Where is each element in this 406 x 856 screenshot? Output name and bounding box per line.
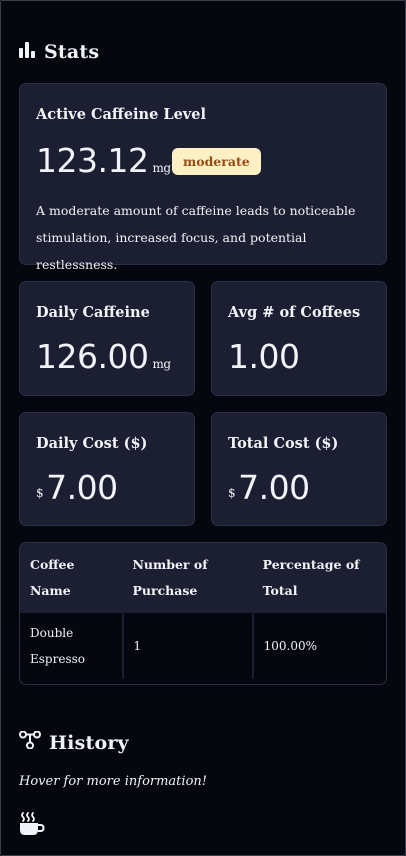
daily-cost-card: Daily Cost ($) $7.00 [19,412,195,526]
active-caffeine-number: 123.12 [36,141,149,180]
table-row: Double Espresso 1 100.00% [20,613,386,679]
cell-number-of-purchase: 1 [122,613,254,679]
total-cost-currency: $ [228,486,236,500]
active-caffeine-label: Active Caffeine Level [36,106,206,123]
timeline-icon [19,730,49,754]
table-header-row: Coffee Name Number of Purchase Percentag… [20,543,386,613]
avg-coffees-card: Avg # of Coffees 1.00 [211,281,387,396]
daily-caffeine-value: 126.00 mg [36,337,171,376]
avg-coffees-label: Avg # of Coffees [228,304,361,321]
history-title: History [49,731,129,754]
history-hint: Hover for more information! [19,774,207,789]
daily-caffeine-number: 126.00 [36,337,149,376]
app-frame: Stats Active Caffeine Level 123.12 mg mod… [0,0,406,856]
total-cost-value: $7.00 [228,468,310,507]
daily-cost-label: Daily Cost ($) [36,435,148,452]
bar-chart-icon [19,41,44,63]
caffeine-level-description: A moderate amount of caffeine leads to n… [36,203,356,272]
active-caffeine-value: 123.12 mg [36,141,171,180]
daily-cost-currency: $ [36,486,44,500]
coffee-table: Coffee Name Number of Purchase Percentag… [19,542,387,685]
avg-coffees-value: 1.00 [228,337,300,376]
total-cost-card: Total Cost ($) $7.00 [211,412,387,526]
cell-coffee-name: Double Espresso [20,613,124,679]
cell-percentage: 100.00% [252,613,386,679]
caffeine-level-badge: moderate [172,148,261,175]
history-heading: History [19,730,129,754]
active-caffeine-unit: mg [152,161,171,175]
daily-caffeine-card: Daily Caffeine 126.00 mg [19,281,195,396]
total-cost-number: 7.00 [238,468,310,507]
active-caffeine-card: Active Caffeine Level 123.12 mg moderate … [19,83,387,272]
stats-heading: Stats [19,41,99,63]
column-header-number-of-purchase: Number of Purchase [122,543,253,613]
daily-cost-value: $7.00 [36,468,118,507]
coffee-cup-icon[interactable] [19,812,45,840]
total-cost-label: Total Cost ($) [228,435,339,452]
column-header-percentage: Percentage of Total [252,543,386,613]
stats-title: Stats [44,41,100,63]
daily-caffeine-label: Daily Caffeine [36,304,150,321]
daily-caffeine-unit: mg [152,357,171,371]
daily-cost-number: 7.00 [46,468,118,507]
column-header-coffee-name: Coffee Name [20,543,123,613]
